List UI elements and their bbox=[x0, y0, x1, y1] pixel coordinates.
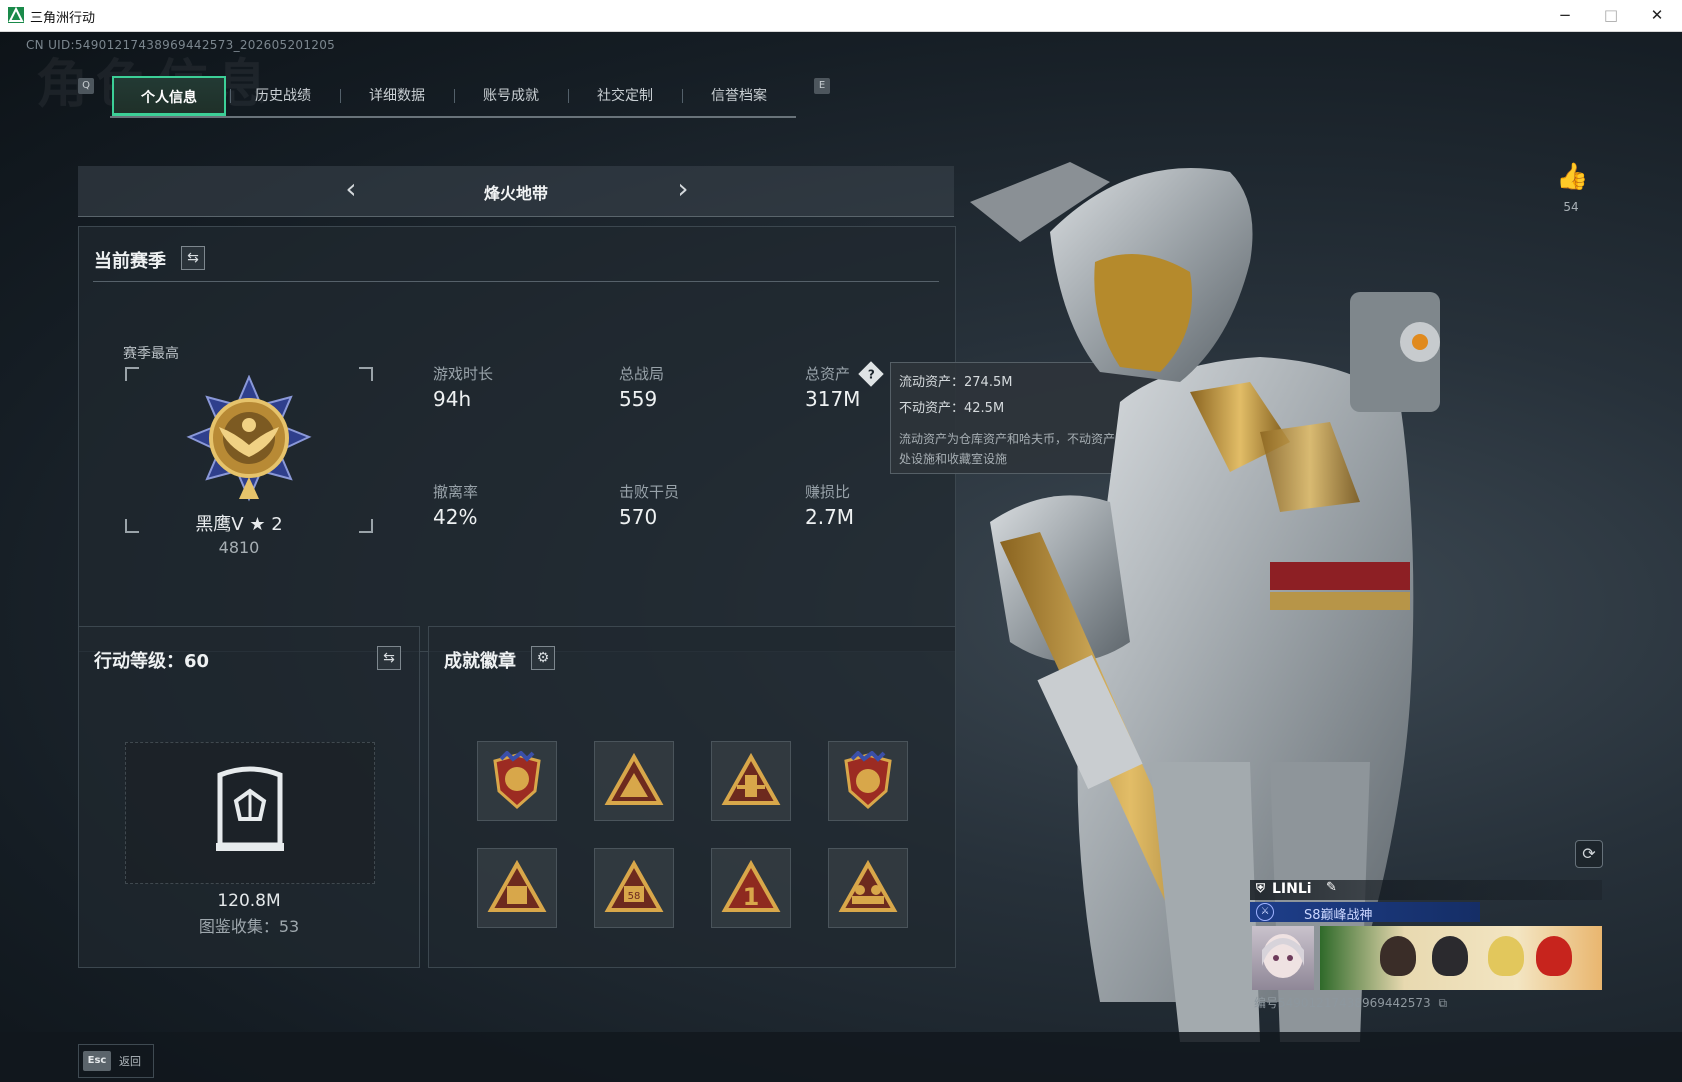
kills-value: 570 bbox=[619, 505, 658, 529]
season-title: 当前赛季 bbox=[94, 251, 166, 272]
chibi-character-icon bbox=[1536, 936, 1572, 976]
badge-triangle-box[interactable] bbox=[477, 848, 557, 928]
player-name: LINLi bbox=[1272, 881, 1312, 897]
frame-corner bbox=[125, 519, 139, 533]
main-stage: 角色信息 CN UID:54901217438969442573_2026052… bbox=[0, 32, 1682, 1082]
title-emblem-icon: ⚔ bbox=[1256, 903, 1274, 921]
app-logo-icon bbox=[8, 7, 24, 23]
player-title-row: ⚔ S8巅峰战神 bbox=[1250, 902, 1480, 923]
help-icon[interactable]: ? bbox=[858, 361, 884, 387]
back-button[interactable]: Esc 返回 bbox=[78, 1044, 154, 1078]
rank-score: 4810 bbox=[218, 538, 260, 557]
frame-corner bbox=[125, 367, 139, 381]
badge-triangle-58[interactable]: 58 bbox=[594, 848, 674, 928]
copy-icon[interactable]: ⧉ bbox=[1439, 996, 1448, 1010]
tab-achievements[interactable]: 账号成就 bbox=[454, 76, 568, 116]
total-assets-label: 总资产 bbox=[805, 365, 851, 383]
badge-triangle-team[interactable] bbox=[828, 848, 908, 928]
total-assets-value: 317M bbox=[805, 387, 861, 411]
badges-panel: 成就徽章 ⚙ 58 1 bbox=[428, 626, 956, 968]
uid-line: CN UID:54901217438969442573_202605201205 bbox=[26, 38, 336, 52]
tab-next-key[interactable]: E bbox=[814, 78, 830, 94]
kills-label: 击败干员 bbox=[619, 483, 680, 501]
tab-social[interactable]: 社交定制 bbox=[568, 76, 682, 116]
badge-shield-emblem[interactable] bbox=[828, 741, 908, 821]
season-divider bbox=[93, 281, 939, 282]
chibi-character-icon bbox=[1488, 936, 1524, 976]
window-titlebar: 三角洲行动 − □ ✕ bbox=[0, 0, 1682, 32]
mode-next-button[interactable]: › bbox=[668, 172, 698, 205]
total-games-value: 559 bbox=[619, 387, 658, 411]
bottom-bar: Esc 返回 bbox=[0, 1032, 1682, 1082]
minimize-button[interactable]: − bbox=[1542, 0, 1588, 31]
shield-icon: ⛨ bbox=[1256, 881, 1266, 895]
esc-key: Esc bbox=[83, 1051, 111, 1071]
chibi-character-icon bbox=[1432, 936, 1468, 976]
play-time-value: 94h bbox=[433, 387, 472, 411]
svg-text:1: 1 bbox=[743, 883, 760, 911]
window-title: 三角洲行动 bbox=[30, 11, 96, 26]
back-label: 返回 bbox=[119, 1055, 141, 1068]
season-panel: 当前赛季 ⇆ 赛季最高 黑鹰V ★ 2 4810 游戏时长 94h 总战局 55… bbox=[78, 226, 956, 652]
thumbs-up-icon[interactable]: 👍 bbox=[1556, 162, 1588, 192]
level-swap-button[interactable]: ⇆ bbox=[377, 646, 401, 670]
tab-underline bbox=[110, 116, 796, 118]
chibi-character-icon bbox=[1380, 936, 1416, 976]
badge-settings-gear-icon[interactable]: ⚙ bbox=[531, 646, 555, 670]
mode-name: 烽火地带 bbox=[483, 184, 548, 203]
profile-banner bbox=[1320, 926, 1602, 990]
close-button[interactable]: ✕ bbox=[1634, 0, 1680, 31]
like-count: 54 bbox=[1563, 200, 1579, 214]
badge-shield-stars[interactable] bbox=[477, 741, 557, 821]
collection-box[interactable] bbox=[125, 742, 375, 884]
collection-count: 图鉴收集：53 bbox=[198, 917, 300, 936]
rank-eagle-icon bbox=[186, 375, 312, 502]
tab-bar: 个人信息 历史战绩 详细数据 账号成就 社交定制 信誉档案 bbox=[112, 76, 872, 116]
season-swap-button[interactable]: ⇆ bbox=[181, 246, 205, 270]
maximize-button[interactable]: □ bbox=[1588, 0, 1634, 31]
season-highest-label: 赛季最高 bbox=[123, 346, 179, 362]
player-name-row: ⛨ LINLi ✎ bbox=[1250, 880, 1602, 900]
profit-ratio-label: 赚损比 bbox=[805, 483, 851, 501]
badges-title: 成就徽章 bbox=[444, 651, 516, 672]
collection-value: 120.8M bbox=[217, 891, 281, 911]
avatar[interactable] bbox=[1252, 926, 1314, 990]
frame-corner bbox=[359, 367, 373, 381]
avatar-portrait-icon bbox=[1262, 934, 1304, 978]
mode-selector: ‹ 烽火地带 › bbox=[78, 166, 954, 217]
player-uid: 编号54901217438969442573 ⧉ bbox=[1254, 996, 1448, 1010]
tab-prev-key[interactable]: Q bbox=[78, 78, 94, 94]
player-title: S8巅峰战神 bbox=[1304, 908, 1373, 923]
play-time-label: 游戏时长 bbox=[433, 365, 494, 383]
level-title: 行动等级：60 bbox=[94, 651, 210, 672]
tab-credit[interactable]: 信誉档案 bbox=[682, 76, 796, 116]
extract-rate-label: 撤离率 bbox=[433, 483, 479, 501]
badge-triangle-one[interactable]: 1 bbox=[711, 848, 791, 928]
frame-corner bbox=[359, 519, 373, 533]
profit-ratio-value: 2.7M bbox=[805, 505, 855, 529]
badge-triangle-building[interactable] bbox=[711, 741, 791, 821]
tab-detail-data[interactable]: 详细数据 bbox=[340, 76, 454, 116]
refresh-icon[interactable]: ⟳ bbox=[1575, 840, 1603, 868]
rank-name: 黑鹰V ★ 2 bbox=[195, 514, 283, 535]
level-panel: 行动等级：60 ⇆ 120.8M 图鉴收集：53 bbox=[78, 626, 420, 968]
edit-pencil-icon[interactable]: ✎ bbox=[1326, 880, 1337, 895]
badge-triangle-hands[interactable] bbox=[594, 741, 674, 821]
extract-rate-value: 42% bbox=[433, 505, 478, 529]
tab-history[interactable]: 历史战绩 bbox=[226, 76, 340, 116]
tab-personal-info[interactable]: 个人信息 bbox=[112, 76, 226, 116]
player-card[interactable]: ⛨ LINLi ✎ ⚔ S8巅峰战神 编号5490121743896944257… bbox=[1250, 880, 1602, 1010]
collection-showcase-icon bbox=[216, 766, 284, 851]
total-games-label: 总战局 bbox=[619, 365, 665, 383]
svg-text:58: 58 bbox=[628, 891, 641, 902]
